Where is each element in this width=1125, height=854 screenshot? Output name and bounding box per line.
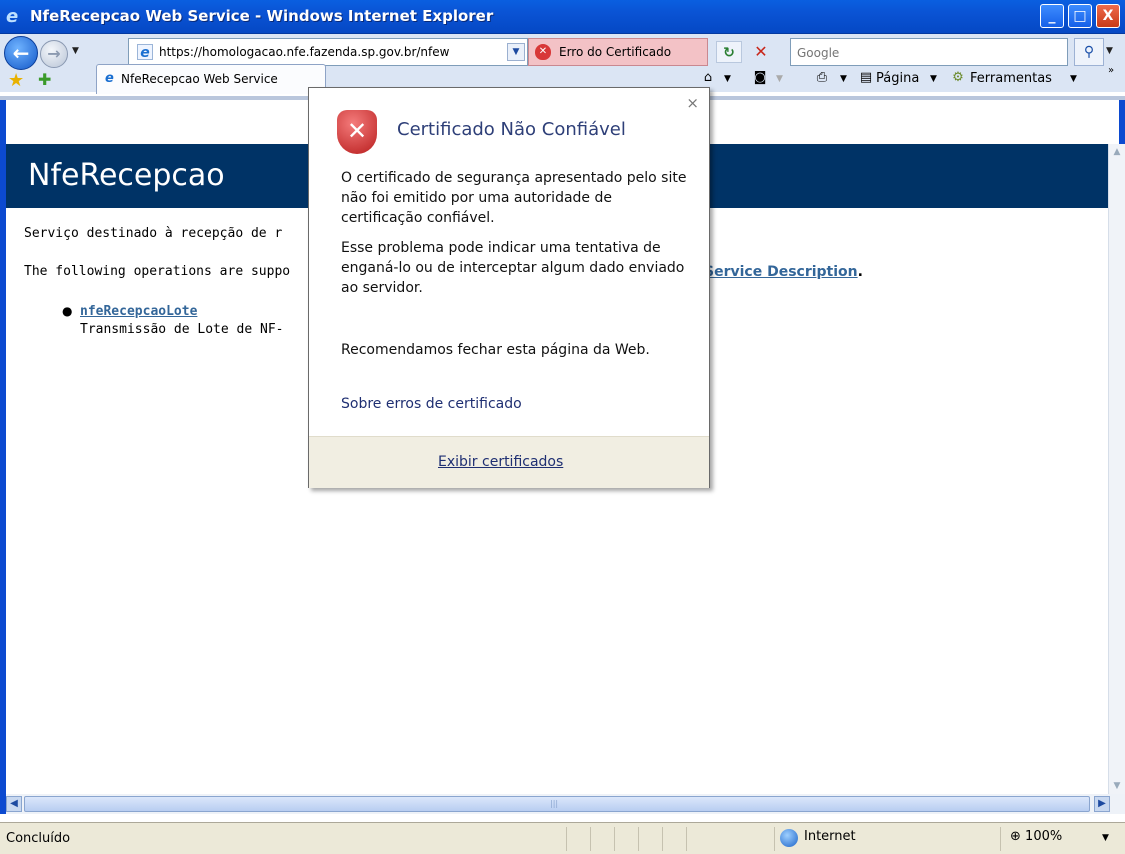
status-bar: Concluído Internet ⊕ 100% ▼ xyxy=(0,822,1125,854)
print-icon[interactable]: ⎙ xyxy=(814,70,830,86)
vertical-scrollbar[interactable]: ▲ ▼ xyxy=(1108,144,1125,794)
title-bar: e NfeRecepcao Web Service - Windows Inte… xyxy=(0,0,1125,34)
operations-intro-text: The following operations are suppo xyxy=(24,264,291,279)
tools-menu[interactable]: Ferramentas xyxy=(970,68,1052,90)
status-divider xyxy=(590,827,591,851)
rss-feed-icon[interactable]: ◙ xyxy=(752,70,768,86)
status-divider xyxy=(662,827,663,851)
security-zone[interactable]: Internet xyxy=(780,829,856,844)
popup-title: Certificado Não Confiável xyxy=(397,119,626,140)
search-options-dropdown-icon[interactable]: ▼ xyxy=(1106,46,1113,56)
certificate-warning-popup: × ✕ Certificado Não Confiável O certific… xyxy=(308,87,710,488)
zoom-value: 100% xyxy=(1025,829,1063,844)
refresh-button[interactable]: ↻ xyxy=(716,41,742,63)
chevron-more-icon[interactable]: » xyxy=(1108,60,1114,82)
print-dropdown-icon[interactable]: ▼ xyxy=(840,68,847,90)
operation-description: Transmissão de Lote de NF- xyxy=(80,322,284,337)
popup-close-button[interactable]: × xyxy=(686,94,699,112)
about-certificate-errors-link[interactable]: Sobre erros de certificado xyxy=(341,396,522,412)
period-text: . xyxy=(857,264,863,280)
page-icon: e xyxy=(137,44,153,61)
zoom-dropdown-icon[interactable]: ▼ xyxy=(1102,833,1109,843)
operation-link[interactable]: nfeRecepcaoLote xyxy=(80,304,197,319)
horizontal-scrollbar[interactable]: ◀ ||| ▶ xyxy=(6,794,1125,814)
service-description-link-label[interactable]: Service Description xyxy=(704,264,858,280)
certificate-error-label: Erro do Certificado xyxy=(559,45,672,59)
page-menu-icon: ▤ xyxy=(859,70,873,85)
status-divider xyxy=(774,827,775,851)
home-dropdown-icon[interactable]: ▼ xyxy=(724,68,731,90)
status-divider xyxy=(1000,827,1001,851)
command-bar: ⌂ ▼ ◙ ▼ ⎙ ▼ ▤ Página ▼ ⚙ Ferramentas ▼ » xyxy=(700,65,1125,92)
page-title: NfeRecepcao xyxy=(28,158,225,193)
minimize-button[interactable]: _ xyxy=(1040,4,1064,28)
feed-dropdown-icon[interactable]: ▼ xyxy=(776,68,783,90)
search-icon[interactable]: ⚲ xyxy=(1074,38,1104,66)
shield-error-icon: ✕ xyxy=(535,44,551,60)
recent-pages-dropdown-icon[interactable]: ▼ xyxy=(72,46,79,56)
tab-label: NfeRecepcao Web Service xyxy=(121,72,278,86)
status-divider xyxy=(638,827,639,851)
popup-footer: Exibir certificados xyxy=(309,436,709,488)
view-certificates-link[interactable]: Exibir certificados xyxy=(438,454,563,470)
tools-dropdown-icon[interactable]: ▼ xyxy=(1070,68,1077,90)
zoom-icon: ⊕ xyxy=(1010,829,1021,844)
scroll-down-icon[interactable]: ▼ xyxy=(1109,778,1125,794)
stop-button[interactable]: ✕ xyxy=(748,41,774,63)
status-divider xyxy=(614,827,615,851)
tools-gear-icon: ⚙ xyxy=(952,70,964,85)
scroll-right-icon[interactable]: ▶ xyxy=(1094,796,1110,812)
page-menu[interactable]: Página xyxy=(876,68,919,90)
security-zone-label: Internet xyxy=(804,829,856,844)
add-favorite-icon[interactable]: ✚ xyxy=(38,70,51,89)
address-dropdown-icon[interactable]: ▼ xyxy=(507,43,525,61)
favorites-star-icon[interactable]: ★ xyxy=(8,70,24,91)
maximize-button[interactable]: □ xyxy=(1068,4,1092,28)
window-title: NfeRecepcao Web Service - Windows Intern… xyxy=(30,7,494,25)
popup-paragraph-3: Recomendamos fechar esta página da Web. xyxy=(341,342,650,358)
zoom-level[interactable]: ⊕ 100% xyxy=(1010,829,1062,844)
close-window-button[interactable]: X xyxy=(1096,4,1120,28)
address-bar[interactable]: e https://homologacao.nfe.fazenda.sp.gov… xyxy=(128,38,528,66)
back-button[interactable]: ← xyxy=(4,36,38,70)
status-divider xyxy=(566,827,567,851)
service-description-link[interactable]: Service Description. xyxy=(704,264,863,280)
bullet-icon: ● xyxy=(62,304,73,318)
popup-paragraph-1: O certificado de segurança apresentado p… xyxy=(341,170,687,226)
tab-nferecepcao[interactable]: e NfeRecepcao Web Service xyxy=(96,64,326,94)
service-description-text: Serviço destinado à recepção de r xyxy=(24,226,283,241)
popup-paragraph-2: Esse problema pode indicar uma tentativa… xyxy=(341,240,685,296)
scroll-left-icon[interactable]: ◀ xyxy=(6,796,22,812)
shield-error-icon: ✕ xyxy=(337,110,377,154)
ie-logo-icon: e xyxy=(6,6,19,27)
certificate-error-button[interactable]: ✕ Erro do Certificado xyxy=(528,38,708,66)
search-box[interactable] xyxy=(790,38,1068,66)
scroll-up-icon[interactable]: ▲ xyxy=(1109,144,1125,160)
scroll-thumb[interactable]: ||| xyxy=(24,796,1090,812)
status-divider xyxy=(686,827,687,851)
home-icon[interactable]: ⌂ xyxy=(700,70,716,86)
tab-page-icon: e xyxy=(105,71,114,86)
search-input[interactable] xyxy=(795,43,1049,63)
forward-button[interactable]: → xyxy=(40,40,68,68)
status-text: Concluído xyxy=(6,831,71,846)
grip-icon: ||| xyxy=(550,799,559,808)
url-text[interactable]: https://homologacao.nfe.fazenda.sp.gov.b… xyxy=(159,45,509,59)
page-dropdown-icon[interactable]: ▼ xyxy=(930,68,937,90)
